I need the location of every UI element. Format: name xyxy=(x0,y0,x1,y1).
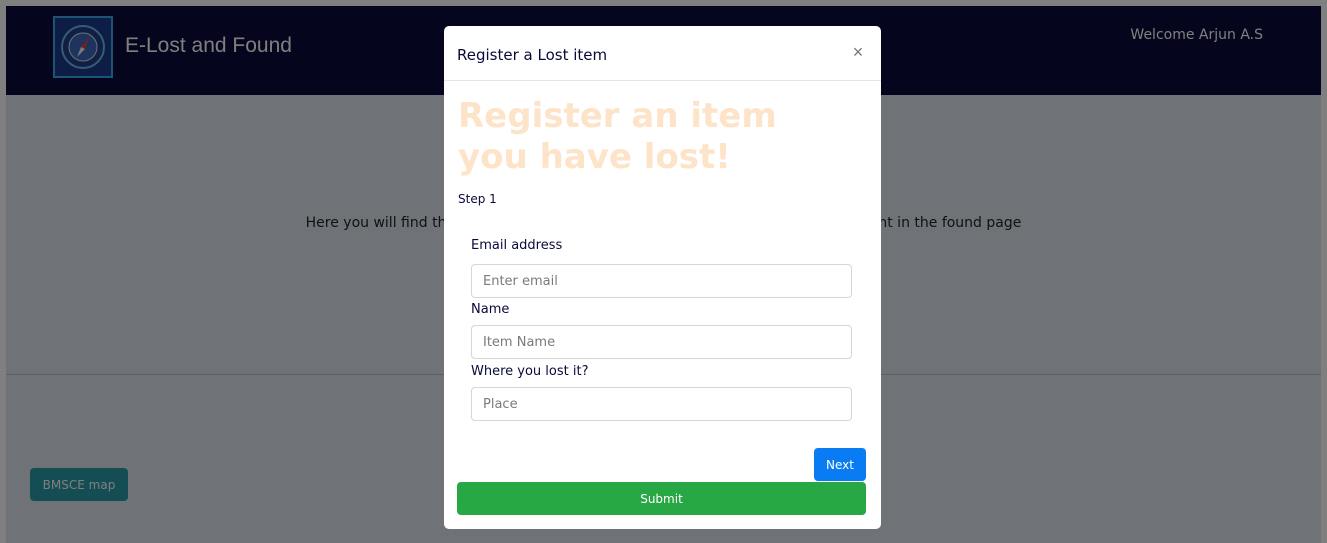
submit-button[interactable]: Submit xyxy=(457,482,866,515)
email-input[interactable] xyxy=(471,264,852,298)
next-button[interactable]: Next xyxy=(814,448,866,481)
name-label: Name xyxy=(471,302,510,317)
register-lost-item-modal: Register a Lost item × Register an item … xyxy=(444,26,881,529)
close-icon[interactable]: × xyxy=(847,41,869,63)
email-label: Email address xyxy=(471,238,563,253)
modal-header: Register a Lost item × xyxy=(444,26,881,81)
step-indicator: Step 1 xyxy=(458,192,497,206)
modal-title: Register a Lost item xyxy=(457,46,608,64)
place-label: Where you lost it? xyxy=(471,364,589,379)
modal-heading: Register an item you have lost! xyxy=(458,96,777,177)
place-input[interactable] xyxy=(471,387,852,421)
item-name-input[interactable] xyxy=(471,325,852,359)
